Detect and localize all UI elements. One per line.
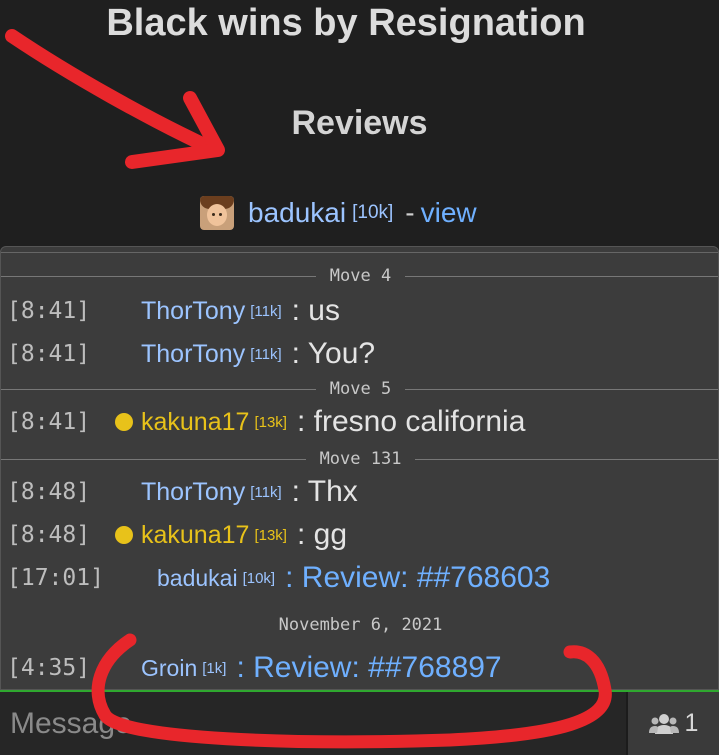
cut-off-chat-line xyxy=(1,247,718,253)
reviewer-entry: badukai [10k] - view xyxy=(200,193,477,233)
username[interactable]: kakuna17 xyxy=(141,521,249,550)
move-divider: Move 131 xyxy=(1,447,718,471)
username[interactable]: ThorTony xyxy=(141,478,245,507)
review-link[interactable]: : Review: ##768897 xyxy=(236,651,501,685)
chat-message: : gg xyxy=(296,518,348,551)
result-title: Black wins by Resignation xyxy=(106,2,586,44)
username[interactable]: ThorTony xyxy=(141,340,245,369)
chat-message-input[interactable] xyxy=(0,692,626,755)
user-rank: [13k] xyxy=(254,413,287,431)
reviewer-name[interactable]: badukai xyxy=(248,197,346,229)
date-divider: November 6, 2021 xyxy=(1,613,718,637)
review-link[interactable]: : Review: ##768603 xyxy=(285,561,550,595)
chat-line: [8:41] ThorTony [11k] : us xyxy=(1,291,718,331)
timestamp: [8:41] xyxy=(7,341,91,367)
username[interactable]: badukai xyxy=(157,565,238,592)
chat-message: : us xyxy=(291,294,340,327)
chat-line: [8:41] kakuna17 [13k] : fresno californi… xyxy=(1,402,718,442)
chat-message: : You? xyxy=(291,337,376,370)
timestamp: [4:35] xyxy=(7,655,91,681)
divider-label: Move 4 xyxy=(329,266,392,286)
reviewer-separator: - xyxy=(405,197,415,228)
timestamp: [8:48] xyxy=(7,479,91,505)
timestamp: [8:41] xyxy=(7,298,91,324)
user-rank: [1k] xyxy=(202,659,227,677)
user-rank: [11k] xyxy=(250,483,282,501)
divider-label: Move 5 xyxy=(329,379,392,399)
users-count: 1 xyxy=(684,709,699,737)
review-view-link[interactable]: view xyxy=(421,197,477,229)
online-status-dot xyxy=(115,413,133,431)
divider-label: November 6, 2021 xyxy=(278,615,443,635)
chat-line: [4:35] Groin [1k] : Review: ##768897 xyxy=(1,648,718,688)
username[interactable]: kakuna17 xyxy=(141,408,249,437)
user-rank: [11k] xyxy=(250,302,282,320)
chat-message: : fresno california xyxy=(296,405,526,438)
move-divider: Move 4 xyxy=(1,264,718,288)
chat-log[interactable]: Move 4 [8:41] ThorTony [11k] : us [8:41]… xyxy=(0,246,719,690)
reviewer-rank: [10k] xyxy=(352,202,394,223)
user-rank: [13k] xyxy=(254,526,287,544)
chat-line: [8:48] ThorTony [11k] : Thx xyxy=(1,472,718,512)
user-rank: [10k] xyxy=(242,569,276,587)
chat-line: [8:48] kakuna17 [13k] : gg xyxy=(1,515,718,555)
username[interactable]: Groin xyxy=(141,655,197,682)
reviews-title: Reviews xyxy=(291,104,428,142)
chat-message: : Thx xyxy=(291,475,358,508)
users-icon xyxy=(648,713,679,734)
online-status-dot xyxy=(115,526,133,544)
username[interactable]: ThorTony xyxy=(141,297,245,326)
chat-line: [8:41] ThorTony [11k] : You? xyxy=(1,334,718,374)
timestamp: [17:01] xyxy=(7,565,104,591)
users-button[interactable]: 1 xyxy=(628,692,719,755)
chat-line: [17:01] badukai [10k] : Review: ##768603 xyxy=(1,558,718,598)
divider-label: Move 131 xyxy=(319,449,402,469)
move-divider: Move 5 xyxy=(1,377,718,401)
chat-input-bar: 1 xyxy=(0,690,719,755)
avatar-icon[interactable] xyxy=(200,196,234,230)
user-rank: [11k] xyxy=(250,345,282,363)
